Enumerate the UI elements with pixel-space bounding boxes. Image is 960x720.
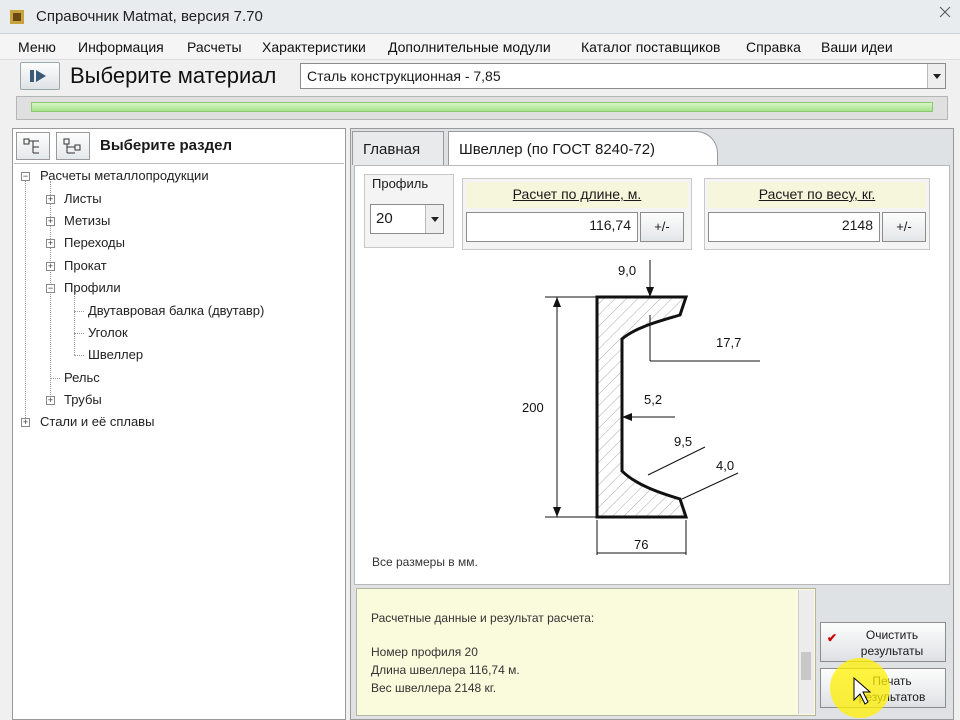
dim-line [647,446,706,476]
tree-line [74,355,84,356]
tree-toggle[interactable]: + [21,418,30,427]
arrow-right-icon [30,70,46,82]
tree-line [25,181,26,426]
results-box: Расчетные данные и результат расчета: Но… [356,588,816,716]
tree-item-pipes[interactable]: Трубы [64,392,102,407]
menu-item-calcs[interactable]: Расчеты [187,39,242,55]
results-scrollbar[interactable] [798,590,814,714]
dim-flange: 17,7 [716,335,742,350]
progress-bar [16,96,948,120]
tree-toggle[interactable]: + [46,262,55,271]
tree-toggle[interactable]: − [46,284,55,293]
tree-item-rolled[interactable]: Прокат [64,258,107,273]
app-icon [10,10,24,24]
results-line: Номер профиля 20 [371,645,478,659]
scrollbar-thumb[interactable] [801,652,811,680]
profile-label: Профиль [372,176,429,191]
tree-line [74,333,84,334]
profile-dropdown-button[interactable] [425,205,443,233]
tree-toggle[interactable]: + [46,396,55,405]
length-input[interactable]: 116,74 [466,212,638,242]
tree-toggle[interactable]: + [46,239,55,248]
tree-item-angle[interactable]: Уголок [88,325,128,340]
tree-item-sheets[interactable]: Листы [64,191,102,206]
tree-item-rail[interactable]: Рельс [64,370,100,385]
title-bar: Справочник Matmat, версия 7.70 [0,0,960,34]
dim-width: 76 [634,537,649,552]
menu-item-info[interactable]: Информация [78,39,164,55]
profile-select[interactable]: 20 [370,204,444,234]
menu-item-help[interactable]: Справка [746,39,801,55]
weight-calc-title: Расчет по весу, кг. [708,182,926,208]
length-plus-minus-button[interactable]: +/- [640,212,684,242]
tree-toggle[interactable]: − [21,172,30,181]
expand-all-button[interactable] [16,132,50,160]
arrow-icon [553,507,561,517]
results-header: Расчетные данные и результат расчета: [371,611,595,625]
chevron-down-icon [431,217,439,222]
weight-plus-minus-button[interactable]: +/- [882,212,926,242]
results-line: Длина швеллера 116,74 м. [371,663,520,677]
tree-item-profiles[interactable]: Профили [64,280,121,295]
menu-item-suppliers[interactable]: Каталог поставщиков [581,39,720,55]
weight-input[interactable]: 2148 [708,212,880,242]
arrow-icon [553,297,561,307]
tree-toggle[interactable]: + [46,217,55,226]
tree-item-i-beam[interactable]: Двутавровая балка (двутавр) [88,303,264,318]
progress-fill [31,102,933,112]
tree-item-steels[interactable]: Стали и её сплавы [40,414,154,429]
clear-results-label: Очистить результаты [860,628,924,658]
tree-expand-icon [23,138,39,154]
menu-item-ideas[interactable]: Ваши идеи [821,39,893,55]
dim-line [681,472,739,500]
material-dropdown-button[interactable] [927,64,945,88]
tree-line [74,294,75,355]
units-note: Все размеры в мм. [372,555,478,569]
menu-item-modules[interactable]: Дополнительные модули [388,39,551,55]
tree-item-transitions[interactable]: Переходы [64,235,125,250]
channel-profile [595,295,689,519]
menu-item-characteristics[interactable]: Характеристики [262,39,366,55]
material-select[interactable]: Сталь конструкционная - 7,85 [300,63,946,89]
menu-item-menu[interactable]: Меню [18,39,56,55]
tree-line [50,378,60,379]
dim-top-thickness: 9,0 [618,263,637,278]
material-select-value: Сталь конструкционная - 7,85 [307,68,501,84]
profile-select-value: 20 [376,210,393,227]
tree-item-channel[interactable]: Швеллер [88,347,143,362]
tab-main[interactable]: Главная [352,131,444,165]
chevron-down-icon [933,74,941,79]
tree-line [74,311,84,312]
tab-channel[interactable]: Швеллер (по ГОСТ 8240-72) [448,131,718,165]
dim-height: 200 [522,400,544,415]
tree-collapse-icon [63,138,81,154]
tree-line [50,181,51,405]
length-calc-title: Расчет по длине, м. [466,182,688,208]
dim-radius-1: 9,5 [674,434,693,449]
clear-icon: ✔ [827,631,838,645]
material-label: Выберите материал [70,63,277,88]
window-title: Справочник Matmat, версия 7.70 [36,8,263,25]
tree-toggle[interactable]: + [46,195,55,204]
cursor-icon [853,676,872,705]
menu-bar: Меню Информация Расчеты Характеристики Д… [0,34,960,60]
dim-web: 5,2 [644,392,663,407]
clear-results-button[interactable]: ✔ Очистить результаты [820,622,946,662]
tree-item-metal-calcs[interactable]: Расчеты металлопродукции [40,168,209,183]
navigate-button[interactable] [20,62,60,90]
sections-title: Выберите раздел [100,137,233,154]
results-line: Вес швеллера 2148 кг. [371,681,497,695]
divider [14,163,344,164]
close-button[interactable] [930,0,960,24]
tree-item-hardware[interactable]: Метизы [64,213,110,228]
collapse-all-button[interactable] [56,132,90,160]
dim-radius-2: 4,0 [716,458,735,473]
close-icon [939,6,951,18]
